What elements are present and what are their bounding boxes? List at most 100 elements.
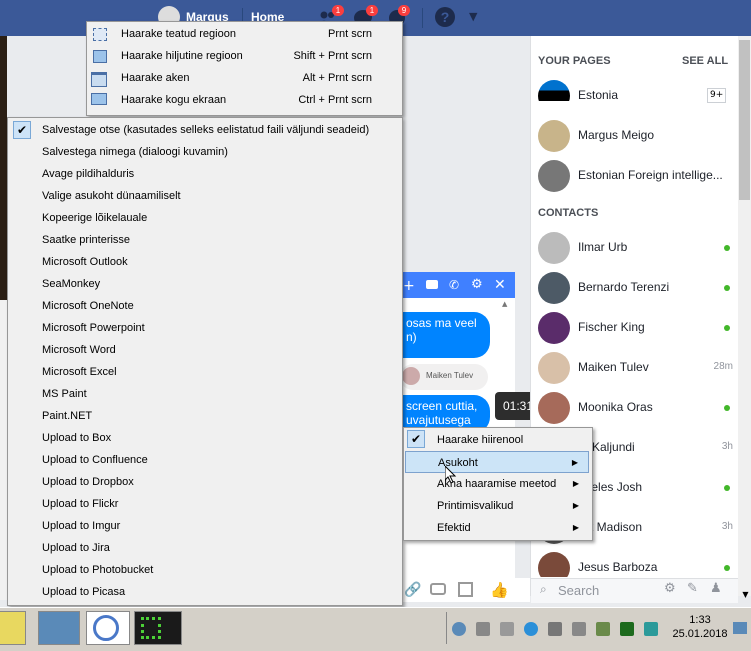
chrome-icon[interactable] xyxy=(86,611,130,645)
menu-item-destination[interactable]: Microsoft Word xyxy=(8,339,402,361)
gear-icon[interactable]: ⚙ xyxy=(471,277,483,292)
page-item[interactable]: Estonia 9+ xyxy=(530,77,738,115)
menu-item-label: Haarake kogu ekraan xyxy=(121,94,227,106)
volume-icon[interactable] xyxy=(572,622,586,636)
menu-item-destination[interactable]: Microsoft Outlook xyxy=(8,251,402,273)
greenshot-tray-icon[interactable] xyxy=(620,622,634,636)
camera-icon[interactable] xyxy=(430,583,446,595)
sidebar-scrollbar-thumb[interactable] xyxy=(739,40,750,200)
menu-item-destination[interactable]: Upload to Photobucket xyxy=(8,559,402,581)
capture-menu: Haarake teatud regioon Prnt scrn Haarake… xyxy=(86,21,403,116)
menu-item-destination[interactable]: SeaMonkey xyxy=(8,273,402,295)
paint-icon[interactable] xyxy=(0,611,26,645)
menu-item-capture-window[interactable]: Haarake aken Alt + Prnt scrn xyxy=(87,67,402,89)
e-icon[interactable] xyxy=(644,622,658,636)
contact-item[interactable]: Bernardo Terenzi xyxy=(530,269,738,307)
menu-item-destination[interactable]: Paint.NET xyxy=(8,405,402,427)
menu-item-destination[interactable]: Upload to Jira xyxy=(8,537,402,559)
gear-icon[interactable]: ⚙ xyxy=(664,581,676,596)
phone-icon[interactable]: ✆ xyxy=(449,278,459,292)
add-icon[interactable]: + xyxy=(403,278,415,294)
avatar xyxy=(402,367,420,385)
group-icon[interactable]: ♟ xyxy=(710,581,722,596)
link-icon[interactable]: 🔗 xyxy=(404,582,421,598)
chat-scroll-up-icon[interactable]: ▲ xyxy=(502,300,512,308)
menu-item-destination[interactable]: Upload to Picasa xyxy=(8,581,402,603)
avatar xyxy=(538,272,570,304)
search-input[interactable]: Search xyxy=(558,583,599,598)
avatar xyxy=(538,312,570,344)
usb-icon[interactable] xyxy=(500,622,514,636)
menu-item-destination[interactable]: Saatke printerisse xyxy=(8,229,402,251)
contact-item[interactable]: Ilmar Urb xyxy=(530,229,738,267)
menu-item-destination[interactable]: Microsoft Excel xyxy=(8,361,402,383)
submenu-arrow-icon: ▶ xyxy=(572,479,579,488)
menu-item-destination[interactable]: Salvestage otse (kasutades selleks eelis… xyxy=(8,119,402,141)
menu-item-capture-last-region[interactable]: Haarake hiljutine regioon Shift + Prnt s… xyxy=(87,45,402,67)
menu-item-destination[interactable]: Microsoft Powerpoint xyxy=(8,317,402,339)
menu-item-destination[interactable]: Upload to Flickr xyxy=(8,493,402,515)
contact-item[interactable]: Maiken Tulev 28m xyxy=(530,349,738,387)
scroll-down-icon[interactable]: ▼ xyxy=(740,590,751,602)
submenu-item[interactable]: Haarake hiirenool xyxy=(405,429,589,451)
menu-item-destination[interactable]: Upload to Confluence xyxy=(8,449,402,471)
online-indicator xyxy=(724,245,730,251)
contact-item[interactable]: Fischer King xyxy=(530,309,738,347)
submenu-item[interactable]: Akna haaramise meetod ▶ xyxy=(405,473,589,495)
network-icon[interactable] xyxy=(452,622,466,636)
thumbs-up-icon[interactable]: 👍 xyxy=(490,581,509,599)
contact-item[interactable]: Moonika Oras xyxy=(530,389,738,427)
menu-item-destination[interactable]: Upload to Imgur xyxy=(8,515,402,537)
submenu-arrow-icon: ▶ xyxy=(571,458,578,467)
compose-icon[interactable]: ✎ xyxy=(687,581,698,596)
security-icon[interactable] xyxy=(476,622,490,636)
online-indicator xyxy=(724,405,730,411)
menu-item-label: Haarake hiljutine regioon xyxy=(121,50,243,62)
menu-item-destination[interactable]: MS Paint xyxy=(8,383,402,405)
settings-submenu: ✔ Haarake hiirenool Asukoht ▶ Akna haaramis… xyxy=(403,427,593,541)
divider xyxy=(422,8,423,28)
see-all-link[interactable]: SEE ALL xyxy=(682,55,728,67)
submenu-item[interactable]: Efektid ▶ xyxy=(405,517,589,539)
menu-item-capture-region[interactable]: Haarake teatud regioon Prnt scrn xyxy=(87,23,402,45)
menu-item-label: Salvestega nimega (dialoogi kuvamin) xyxy=(42,146,228,158)
table-icon[interactable] xyxy=(458,582,473,597)
menu-item-label: Upload to Picasa xyxy=(42,586,126,598)
submenu-item[interactable]: Printimisvalikud ▶ xyxy=(405,495,589,517)
menu-item-label: Printimisvalikud xyxy=(437,500,514,512)
clock-time: 1:33 xyxy=(689,614,711,626)
menu-item-capture-fullscreen[interactable]: Haarake kogu ekraan Ctrl + Prnt scrn xyxy=(87,89,402,111)
sync-icon[interactable] xyxy=(524,622,538,636)
menu-item-destination[interactable]: Valige asukoht dünaamiliselt xyxy=(8,185,402,207)
contact-item[interactable]: Jesus Barboza xyxy=(530,549,738,577)
greenshot-icon[interactable] xyxy=(134,611,182,645)
avatar xyxy=(538,392,570,424)
menu-item-destination[interactable]: Upload to Box xyxy=(8,427,402,449)
menu-item-label: Upload to Jira xyxy=(42,542,110,554)
page-item[interactable]: Estonian Foreign intellige... xyxy=(530,157,738,195)
page-name: Margus Meigo xyxy=(578,128,655,142)
menu-item-label: Microsoft Word xyxy=(42,344,116,356)
system-clock[interactable]: 1:33 25.01.2018 xyxy=(660,613,740,641)
chevron-down-icon[interactable]: ▼ xyxy=(469,10,477,23)
menu-item-label: Microsoft Outlook xyxy=(42,256,128,268)
clock-date: 25.01.2018 xyxy=(672,628,728,640)
menu-item-destination[interactable]: Avage pildihalduris xyxy=(8,163,402,185)
menu-item-destination[interactable]: Kopeerige lõikelauale xyxy=(8,207,402,229)
menu-item-destination[interactable]: Microsoft OneNote xyxy=(8,295,402,317)
battery-icon[interactable] xyxy=(596,622,610,636)
close-icon[interactable]: ✕ xyxy=(494,277,506,293)
show-desktop-icon[interactable] xyxy=(733,622,747,634)
image-viewer-icon[interactable] xyxy=(38,611,80,645)
menu-item-destination[interactable]: Salvestega nimega (dialoogi kuvamin) xyxy=(8,141,402,163)
submenu-item[interactable]: Asukoht ▶ xyxy=(405,451,589,473)
menu-item-destination[interactable]: Upload to Dropbox xyxy=(8,471,402,493)
background-page xyxy=(0,300,7,600)
page-name: Estonian Foreign intellige... xyxy=(578,168,723,182)
page-item[interactable]: Margus Meigo xyxy=(530,117,738,155)
contact-name: jak Madison xyxy=(578,520,643,534)
contact-name: Ilmar Urb xyxy=(578,240,628,254)
signal-icon[interactable] xyxy=(548,622,562,636)
question-icon[interactable]: ? xyxy=(435,7,455,27)
video-call-icon[interactable] xyxy=(426,280,438,289)
